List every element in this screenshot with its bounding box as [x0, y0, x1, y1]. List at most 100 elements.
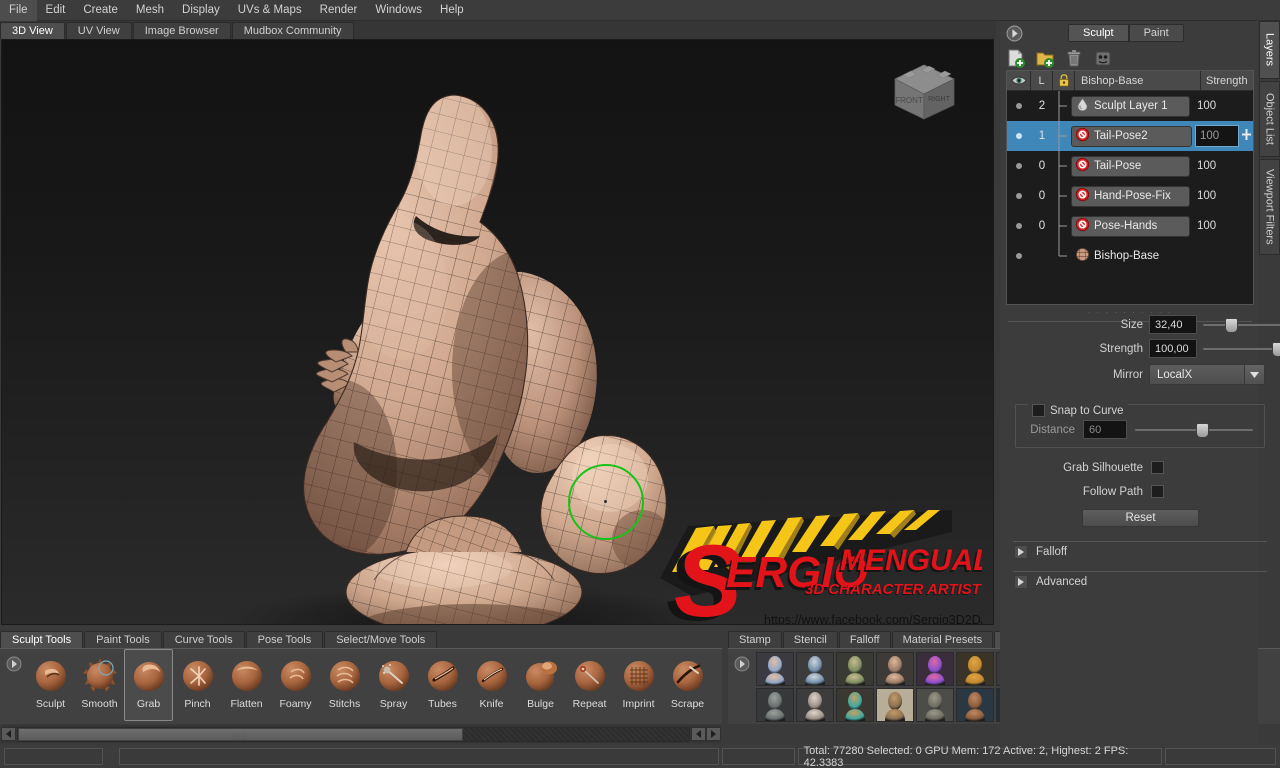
- vertical-tab-layers[interactable]: Layers: [1259, 21, 1280, 79]
- lighting-preset-thumbnail[interactable]: [836, 688, 874, 722]
- layer-name[interactable]: Bishop-Base: [1071, 246, 1190, 267]
- layer-name[interactable]: Tail-Pose2: [1071, 126, 1192, 147]
- tool-imprint[interactable]: Imprint: [614, 649, 663, 721]
- tab-paint-tools[interactable]: Paint Tools: [84, 631, 162, 648]
- tool-pinch[interactable]: Pinch: [173, 649, 222, 721]
- tool-grab[interactable]: Grab: [124, 649, 173, 721]
- tool-bulge[interactable]: Bulge: [516, 649, 565, 721]
- column-lock[interactable]: [1053, 71, 1075, 91]
- scroll-next-button[interactable]: [706, 727, 721, 741]
- delete-layer-icon[interactable]: [1064, 48, 1084, 68]
- scrollbar-thumb[interactable]: ∙∙∙∙∙∙∙∙∙∙∙∙∙∙∙: [18, 728, 463, 741]
- 3d-viewport[interactable]: FRONT RIGHT: [1, 39, 994, 625]
- column-visibility[interactable]: [1007, 71, 1031, 91]
- lighting-preset-thumbnail[interactable]: [956, 652, 994, 686]
- mask-icon[interactable]: [1093, 48, 1113, 68]
- tab-stencil[interactable]: Stencil: [783, 631, 838, 648]
- new-layer-icon[interactable]: [1006, 48, 1026, 68]
- layer-strength[interactable]: 100: [1193, 100, 1239, 112]
- tab-select-move-tools[interactable]: Select/Move Tools: [324, 631, 437, 648]
- segment-paint[interactable]: Paint: [1130, 25, 1183, 41]
- menu-item-render[interactable]: Render: [311, 0, 367, 21]
- layer-strength[interactable]: 100: [1193, 160, 1239, 172]
- column-level[interactable]: L: [1031, 71, 1053, 91]
- scrollbar-track[interactable]: ∙∙∙∙∙∙∙∙∙∙∙∙∙∙∙: [17, 727, 690, 742]
- layer-name[interactable]: Hand-Pose-Fix: [1071, 186, 1190, 207]
- layer-visibility-toggle[interactable]: [1007, 223, 1031, 229]
- layer-strength[interactable]: 100: [1193, 220, 1239, 232]
- column-layer-name[interactable]: Bishop-Base: [1075, 71, 1201, 91]
- tab-falloff[interactable]: Falloff: [839, 631, 891, 648]
- grab-silhouette-checkbox[interactable]: [1151, 461, 1164, 474]
- distance-slider-thumb[interactable]: [1196, 423, 1209, 438]
- lighting-preset-thumbnail[interactable]: [836, 652, 874, 686]
- tool-tubes[interactable]: Tubes: [418, 649, 467, 721]
- layer-row[interactable]: 1Tail-Pose2100: [1007, 121, 1253, 151]
- lighting-preset-thumbnail[interactable]: [876, 688, 914, 722]
- layer-list[interactable]: L Bishop-Base Strength 2Sculpt Layer 110…: [1006, 70, 1254, 305]
- menu-item-file[interactable]: File: [0, 0, 37, 21]
- scroll-left-button[interactable]: [1, 727, 16, 741]
- tab-material-presets[interactable]: Material Presets: [892, 631, 993, 648]
- tab-3d-view[interactable]: 3D View: [0, 22, 65, 39]
- tab-mudbox-community[interactable]: Mudbox Community: [232, 22, 354, 39]
- menu-item-mesh[interactable]: Mesh: [127, 0, 173, 21]
- right-panel-expander[interactable]: [1006, 25, 1023, 42]
- layer-name[interactable]: Sculpt Layer 1: [1071, 96, 1190, 117]
- layer-strength[interactable]: 100: [1193, 190, 1239, 202]
- tool-spray[interactable]: Spray: [369, 649, 418, 721]
- vertical-tab-object-list[interactable]: Object List: [1259, 81, 1280, 157]
- layer-visibility-toggle[interactable]: [1007, 193, 1031, 199]
- strength-input[interactable]: 100,00: [1149, 339, 1197, 358]
- tool-repeat[interactable]: Repeat: [565, 649, 614, 721]
- size-slider[interactable]: [1203, 317, 1280, 333]
- tab-pose-tools[interactable]: Pose Tools: [246, 631, 324, 648]
- layer-row[interactable]: Bishop-Base: [1007, 241, 1253, 271]
- layer-row[interactable]: 0Tail-Pose100: [1007, 151, 1253, 181]
- lighting-preset-thumbnail[interactable]: [916, 652, 954, 686]
- tab-curve-tools[interactable]: Curve Tools: [163, 631, 245, 648]
- strength-slider-thumb[interactable]: [1272, 342, 1280, 357]
- menu-item-windows[interactable]: Windows: [366, 0, 431, 21]
- tab-sculpt-tools[interactable]: Sculpt Tools: [0, 631, 83, 648]
- column-strength[interactable]: Strength: [1201, 71, 1253, 91]
- distance-slider[interactable]: [1135, 422, 1253, 438]
- tab-stamp[interactable]: Stamp: [728, 631, 782, 648]
- segment-sculpt[interactable]: Sculpt: [1069, 25, 1128, 41]
- scroll-prev-button[interactable]: [691, 727, 706, 741]
- lighting-preset-thumbnail[interactable]: [956, 688, 994, 722]
- preset-shelf-expander[interactable]: [734, 656, 750, 672]
- tab-uv-view[interactable]: UV View: [66, 22, 132, 39]
- layer-visibility-toggle[interactable]: [1007, 163, 1031, 169]
- tool-flatten[interactable]: Flatten: [222, 649, 271, 721]
- layer-row[interactable]: 2Sculpt Layer 1100: [1007, 91, 1253, 121]
- mirror-dropdown[interactable]: LocalX: [1149, 364, 1265, 385]
- view-cube[interactable]: FRONT RIGHT: [885, 57, 963, 127]
- tool-scrape[interactable]: Scrape: [663, 649, 712, 721]
- strength-slider[interactable]: [1203, 341, 1280, 357]
- vertical-tab-viewport-filters[interactable]: Viewport Filters: [1259, 159, 1280, 255]
- tool-foamy[interactable]: Foamy: [271, 649, 320, 721]
- follow-path-checkbox[interactable]: [1151, 485, 1164, 498]
- layer-visibility-toggle[interactable]: [1007, 253, 1031, 259]
- tool-smooth[interactable]: Smooth: [75, 649, 124, 721]
- layer-name[interactable]: Pose-Hands: [1071, 216, 1190, 237]
- menu-item-display[interactable]: Display: [173, 0, 229, 21]
- tab-image-browser[interactable]: Image Browser: [133, 22, 231, 39]
- layer-row[interactable]: 0Hand-Pose-Fix100: [1007, 181, 1253, 211]
- menu-item-edit[interactable]: Edit: [37, 0, 75, 21]
- advanced-section-header[interactable]: Advanced: [1014, 575, 1087, 589]
- reset-button[interactable]: Reset: [1082, 509, 1199, 527]
- new-folder-icon[interactable]: [1035, 48, 1055, 68]
- tool-stitchs[interactable]: Stitchs: [320, 649, 369, 721]
- tool-shelf-expander[interactable]: [6, 656, 22, 672]
- layer-name[interactable]: Tail-Pose: [1071, 156, 1190, 177]
- layer-visibility-toggle[interactable]: [1007, 133, 1031, 139]
- lighting-preset-thumbnail[interactable]: [756, 652, 794, 686]
- menu-item-help[interactable]: Help: [431, 0, 473, 21]
- layer-strength[interactable]: 100: [1195, 125, 1239, 147]
- distance-input[interactable]: 60: [1083, 420, 1127, 439]
- menu-item-uvs-and-maps[interactable]: UVs & Maps: [229, 0, 311, 21]
- lighting-preset-thumbnail[interactable]: [756, 688, 794, 722]
- layer-visibility-toggle[interactable]: [1007, 103, 1031, 109]
